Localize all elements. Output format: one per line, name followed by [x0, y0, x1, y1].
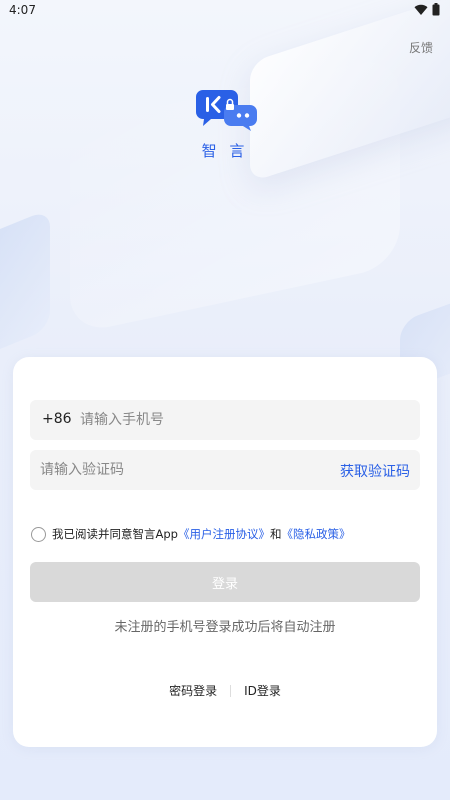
id-login-link[interactable]: ID登录: [244, 682, 281, 699]
status-bar: 4:07: [0, 0, 450, 22]
privacy-policy-link[interactable]: 《隐私政策》: [281, 527, 350, 541]
user-agreement-link[interactable]: 《用户注册协议》: [178, 527, 270, 541]
password-login-link[interactable]: 密码登录: [169, 682, 217, 699]
agreement-checkbox[interactable]: [31, 527, 46, 542]
agreement-prefix: 我已阅读并同意智言App: [52, 526, 178, 541]
code-field: 获取验证码: [30, 450, 420, 490]
phone-input[interactable]: [80, 400, 400, 440]
agreement-row: 我已阅读并同意智言App《用户注册协议》和《隐私政策》: [31, 525, 350, 542]
get-code-button[interactable]: 获取验证码: [340, 461, 410, 481]
status-time: 4:07: [9, 3, 36, 17]
background-decoration: [0, 208, 50, 382]
status-icons: [414, 3, 440, 16]
feedback-link[interactable]: 反馈: [409, 39, 433, 56]
verification-code-input[interactable]: [40, 450, 330, 490]
chat-bubbles-logo-icon: [196, 90, 257, 131]
alternative-logins: 密码登录 ID登录: [13, 682, 437, 699]
wifi-icon: [414, 4, 428, 15]
login-card: +86 获取验证码 我已阅读并同意智言App《用户注册协议》和《隐私政策》 登录…: [13, 357, 437, 747]
agreement-conjunction: 和: [269, 526, 282, 541]
auto-register-hint: 未注册的手机号登录成功后将自动注册: [114, 620, 336, 635]
phone-field: +86: [30, 400, 420, 440]
divider: [230, 684, 232, 697]
country-code-selector[interactable]: +86: [42, 411, 72, 427]
login-button[interactable]: 登录: [30, 562, 420, 602]
battery-icon: [432, 3, 440, 16]
agreement-text: 我已阅读并同意智言App《用户注册协议》和《隐私政策》: [52, 526, 350, 542]
app-name: 智 言: [201, 142, 249, 160]
